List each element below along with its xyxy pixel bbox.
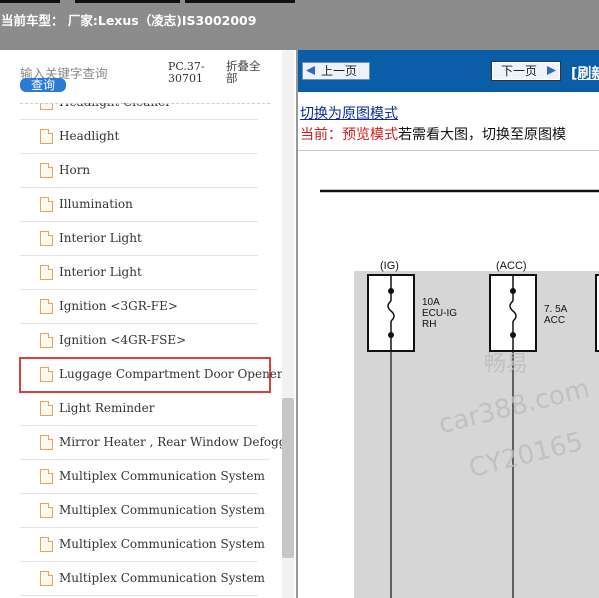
document-icon bbox=[40, 367, 53, 382]
left-panel: Headlight Cleaner Headlight Horn Illumin… bbox=[0, 50, 294, 598]
mode-hint-text: 若需看大图，切换至原图模 bbox=[398, 127, 566, 143]
header-strip bbox=[75, 0, 180, 3]
tree-item-label: Multiplex Communication System bbox=[59, 571, 265, 585]
document-icon bbox=[40, 129, 53, 144]
document-icon bbox=[40, 537, 53, 552]
tree-item-label: Light Reminder bbox=[59, 401, 155, 415]
scrollbar-thumb[interactable] bbox=[282, 398, 294, 558]
switch-original-mode-link[interactable]: 切换为原图模式 bbox=[300, 103, 398, 123]
document-icon bbox=[40, 163, 53, 178]
tree-item[interactable]: Interior Light bbox=[20, 256, 258, 290]
document-icon bbox=[40, 503, 53, 518]
collapse-all-button[interactable]: 折叠全部 bbox=[226, 60, 270, 84]
document-icon bbox=[40, 333, 53, 348]
tree-item-label: Ignition <3GR-FE> bbox=[59, 299, 178, 313]
tree-item[interactable]: Multiplex Communication System bbox=[20, 494, 265, 528]
document-icon bbox=[40, 299, 53, 314]
prev-page-label: 上一页 bbox=[321, 64, 358, 78]
tree-item-label: Multiplex Communication System bbox=[59, 469, 265, 483]
tree-item[interactable]: Headlight bbox=[20, 120, 258, 154]
fuse1-node bbox=[388, 288, 394, 294]
tree-item[interactable]: Multiplex Communication System bbox=[20, 562, 265, 596]
document-icon bbox=[40, 265, 53, 280]
fuse1-amp: 10A bbox=[422, 297, 440, 308]
tree-item[interactable]: Interior Light bbox=[20, 222, 258, 256]
fuse1-node bbox=[388, 332, 394, 338]
next-page-label: 下一页 bbox=[501, 64, 538, 78]
prev-page-button[interactable]: 上一页 bbox=[302, 62, 370, 80]
tree-item-label: Interior Light bbox=[59, 231, 142, 245]
document-icon bbox=[40, 435, 53, 450]
fuse2-amp: 7. 5A bbox=[544, 304, 568, 315]
current-mode-text: 当前：预览模式 bbox=[300, 127, 398, 143]
tree-item[interactable]: Ignition <3GR-FE> bbox=[20, 290, 258, 324]
tree-item[interactable]: Light Reminder bbox=[20, 392, 258, 426]
tree-item[interactable]: Multiplex Communication System bbox=[20, 460, 265, 494]
fuse2-node bbox=[510, 288, 516, 294]
arrow-right-icon bbox=[547, 66, 556, 75]
document-icon bbox=[40, 571, 53, 586]
mode-status: 当前：预览模式若需看大图，切换至原图模 bbox=[300, 124, 566, 144]
refresh-link[interactable]: [刷新 bbox=[571, 63, 599, 83]
viewer-navbar: 上一页 下一页 [刷新 bbox=[298, 50, 599, 92]
watermark: 畅易 bbox=[484, 352, 528, 377]
fuse1-label: (IG) bbox=[380, 260, 399, 272]
header-strip bbox=[185, 0, 295, 3]
fuse1-name: ECU-IG bbox=[422, 308, 457, 319]
tree-item[interactable]: Horn bbox=[20, 154, 258, 188]
divider bbox=[20, 103, 270, 104]
fuse2-name: ACC bbox=[544, 315, 565, 326]
document-icon bbox=[40, 231, 53, 246]
tree-item-selected[interactable]: Luggage Compartment Door Opener bbox=[19, 357, 283, 393]
tree-item-label: Ignition <4GR-FSE> bbox=[59, 333, 187, 347]
top-header: 当前车型： 厂家:Lexus（凌志)IS3002009 bbox=[0, 0, 599, 50]
next-page-button[interactable]: 下一页 bbox=[491, 61, 561, 81]
search-header: 输入关键字查询 查询 PC.37-30701 折叠全部 bbox=[0, 50, 282, 103]
tree-item-label: Headlight bbox=[59, 129, 120, 143]
tree-item-label: Horn bbox=[59, 163, 91, 177]
tree-item-label: Illumination bbox=[59, 197, 133, 211]
wiring-diagram-svg: (IG) 10A ECU-IG RH (ACC) 7. 5A ACC 畅易 ca… bbox=[320, 189, 599, 598]
tree-item[interactable]: Ignition <4GR-FSE> bbox=[20, 324, 258, 358]
tree-item-label: Multiplex Communication System bbox=[59, 503, 265, 517]
tree-item[interactable]: Mirror Heater , Rear Window Defogger bbox=[20, 426, 293, 460]
query-button[interactable]: 查询 bbox=[20, 78, 66, 92]
pc-code: PC.37-30701 bbox=[168, 60, 205, 85]
tree-item[interactable]: Multiplex Communication System bbox=[20, 528, 265, 562]
header-strip bbox=[0, 0, 60, 3]
fuse2-node bbox=[510, 332, 516, 338]
viewer-panel: 上一页 下一页 [刷新 切换为原图模式 当前：预览模式若需看大图，切换至原图模 … bbox=[296, 50, 599, 598]
arrow-left-icon bbox=[306, 66, 315, 75]
tree-item-label: Multiplex Communication System bbox=[59, 537, 265, 551]
tree-item[interactable]: Illumination bbox=[20, 188, 258, 222]
current-model-title: 当前车型： 厂家:Lexus（凌志)IS3002009 bbox=[1, 13, 257, 28]
tree-item-label: Luggage Compartment Door Opener bbox=[59, 367, 283, 381]
fuse1-side: RH bbox=[422, 319, 436, 330]
tree-item-label: Interior Light bbox=[59, 265, 142, 279]
tree-item-label: Mirror Heater , Rear Window Defogger bbox=[59, 435, 294, 449]
tree-list: Headlight Cleaner Headlight Horn Illumin… bbox=[19, 86, 293, 596]
document-icon bbox=[40, 469, 53, 484]
wiring-diagram: (IG) 10A ECU-IG RH (ACC) 7. 5A ACC 畅易 ca… bbox=[298, 150, 599, 598]
document-icon bbox=[40, 401, 53, 416]
fuse2-label: (ACC) bbox=[496, 260, 527, 272]
document-icon bbox=[40, 197, 53, 212]
